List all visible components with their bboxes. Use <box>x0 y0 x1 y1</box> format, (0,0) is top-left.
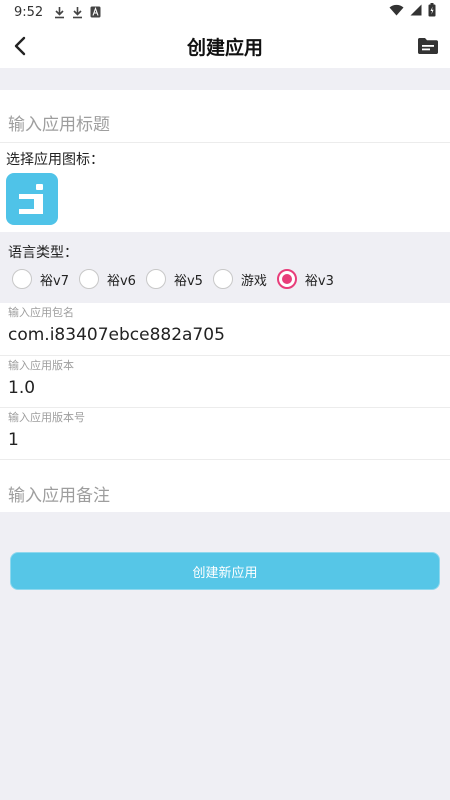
radio-label: 裕v7 <box>40 273 69 289</box>
radio-label: 裕v3 <box>304 273 334 289</box>
app-icon-picker[interactable] <box>6 173 58 225</box>
version-code-input[interactable]: 1 <box>8 430 19 450</box>
radio-label: 裕v5 <box>173 273 203 289</box>
version-section: 输入应用版本 1.0 <box>0 356 450 407</box>
radio-button[interactable] <box>78 269 99 289</box>
version-input[interactable]: 1.0 <box>8 378 35 398</box>
version-label: 输入应用版本 <box>8 359 74 372</box>
radio-button[interactable] <box>145 269 166 289</box>
wifi-icon <box>389 4 404 20</box>
radio-button-selected[interactable] <box>276 269 297 289</box>
create-app-button[interactable]: 创建新应用 <box>10 552 440 590</box>
radio-yu-v3[interactable]: 裕v3 <box>276 269 338 289</box>
app-title-input[interactable]: 输入应用标题 <box>8 110 110 135</box>
package-input[interactable]: com.i83407ebce882a705 <box>8 325 225 345</box>
status-bar: 9:52 <box>0 0 450 24</box>
package-section: 输入应用包名 com.i83407ebce882a705 <box>0 303 450 355</box>
radio-button[interactable] <box>212 269 233 289</box>
font-icon <box>89 5 101 19</box>
radio-button[interactable] <box>12 269 32 289</box>
page-title: 创建应用 <box>186 36 263 59</box>
download-icon <box>53 5 65 19</box>
icon-section: 选择应用图标： <box>0 143 450 232</box>
status-time: 9:52 <box>14 4 44 20</box>
folder-icon[interactable] <box>416 34 440 58</box>
version-code-label: 输入应用版本号 <box>8 411 85 424</box>
radio-game[interactable]: 游戏 <box>212 269 271 289</box>
app-bar: 创建应用 <box>0 24 450 68</box>
radio-label: 裕v6 <box>106 273 136 289</box>
back-arrow-icon[interactable] <box>6 32 34 60</box>
remark-input[interactable]: 输入应用备注 <box>8 481 110 506</box>
info-icon <box>19 184 43 214</box>
package-label: 输入应用包名 <box>8 306 74 319</box>
radio-yu-v7[interactable]: 裕v7 <box>12 269 73 289</box>
title-section: 输入应用标题 <box>0 90 450 142</box>
language-label: 语言类型： <box>8 245 78 261</box>
version-code-section: 输入应用版本号 1 <box>0 408 450 459</box>
language-radio-group: 裕v7 裕v6 裕v5 游戏 裕v3 <box>12 267 344 291</box>
radio-yu-v5[interactable]: 裕v5 <box>145 269 207 289</box>
signal-icon <box>410 4 422 20</box>
remark-section: 输入应用备注 <box>0 460 450 512</box>
battery-icon <box>428 3 436 21</box>
icon-label: 选择应用图标： <box>6 152 104 168</box>
download-icon <box>71 5 83 19</box>
radio-yu-v6[interactable]: 裕v6 <box>78 269 140 289</box>
radio-label: 游戏 <box>240 273 267 289</box>
